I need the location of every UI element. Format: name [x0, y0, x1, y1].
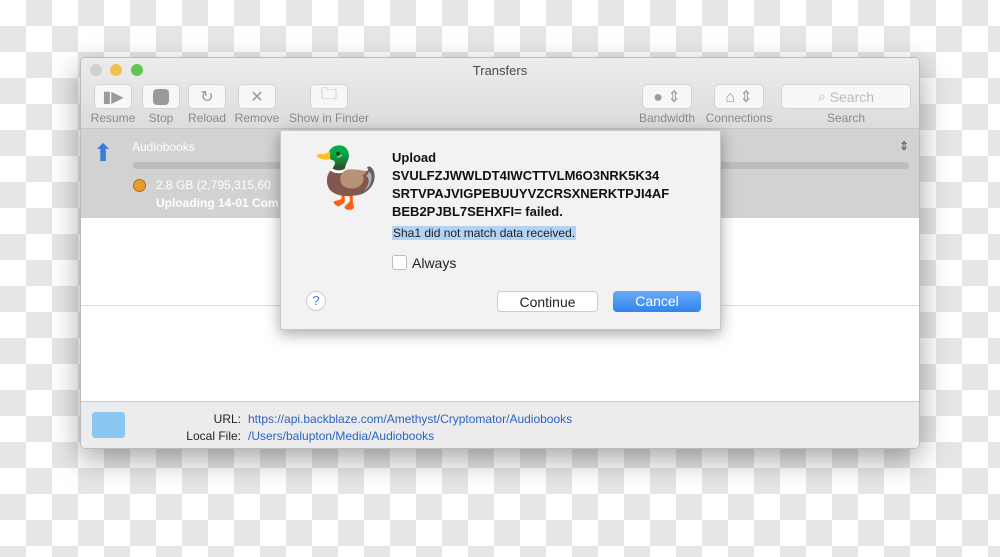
status-icon: [133, 179, 146, 192]
reload-button[interactable]: ↻ Reload: [187, 85, 227, 125]
resume-button[interactable]: ▮▶ Resume: [89, 85, 137, 125]
connections-popup[interactable]: ⌂ ⇕ Connections: [703, 85, 775, 125]
url-link[interactable]: https://api.backblaze.com/Amethyst/Crypt…: [248, 412, 572, 426]
remove-label: Remove: [234, 111, 280, 125]
local-file-link[interactable]: /Users/balupton/Media/Audiobooks: [248, 429, 434, 443]
message-line: BEB2PJBL7SEHXFI= failed.: [392, 204, 563, 219]
search-icon: ⌕: [817, 88, 830, 104]
message-line: SVULFZJWWLDT4IWCTTVLM6O3NRK5K34: [392, 168, 660, 183]
cancel-button[interactable]: Cancel: [613, 291, 701, 312]
search-input[interactable]: ⌕ Search: [782, 85, 910, 108]
resume-icon: ▮▶: [95, 85, 131, 108]
resume-label: Resume: [90, 111, 136, 125]
cyberduck-logo-icon: 🦆: [311, 145, 384, 210]
search-placeholder: Search: [829, 88, 875, 105]
dialog-message: Upload SVULFZJWWLDT4IWCTTVLM6O3NRK5K34 S…: [392, 149, 669, 221]
chevron-updown-icon[interactable]: ⇕: [899, 139, 909, 153]
reload-label: Reload: [187, 111, 227, 125]
dialog-detail: Sha1 did not match data received.: [392, 226, 577, 240]
connections-label: Connections: [705, 111, 773, 125]
transfer-size: 2.8 GB (2,795,315,60: [156, 178, 271, 192]
show-in-finder-label: Show in Finder: [288, 111, 370, 125]
stop-button[interactable]: Stop: [141, 85, 181, 125]
remove-icon: ✕: [239, 85, 275, 108]
local-file-label: Local File:: [186, 429, 241, 443]
show-in-finder-button[interactable]: 🗀 Show in Finder: [287, 85, 371, 125]
remove-button[interactable]: ✕ Remove: [234, 85, 280, 125]
error-dialog: 🦆 Upload SVULFZJWWLDT4IWCTTVLM6O3NRK5K34…: [280, 130, 721, 330]
stop-icon: [143, 85, 179, 108]
search-field[interactable]: ⌕ Search Search: [781, 85, 911, 125]
message-line: SRTVPAJVIGPEBUUYVZCRSXNERKTPJI4AF: [392, 186, 670, 201]
always-label: Always: [412, 255, 457, 271]
bandwidth-popup[interactable]: ● ⇕ Bandwidth: [637, 85, 697, 125]
search-label: Search: [826, 111, 866, 125]
connections-icon: ⌂ ⇕: [715, 85, 763, 108]
message-line: Upload: [392, 150, 437, 165]
info-bar: URL: https://api.backblaze.com/Amethyst/…: [81, 401, 919, 448]
reload-icon: ↻: [189, 85, 225, 108]
continue-button[interactable]: Continue: [497, 291, 598, 312]
bandwidth-label: Bandwidth: [638, 111, 696, 125]
stop-label: Stop: [148, 111, 174, 125]
bandwidth-icon: ● ⇕: [643, 85, 691, 108]
url-label: URL:: [213, 412, 241, 426]
always-checkbox[interactable]: [392, 255, 407, 270]
help-button[interactable]: ?: [306, 291, 326, 311]
transfer-status: Uploading 14-01 Com: [156, 196, 279, 210]
upload-arrow-icon: ⬆: [93, 140, 114, 167]
window-title: Transfers: [472, 63, 528, 78]
toolbar: Transfers ▮▶ Resume Stop ↻ Reload ✕ Remove …: [81, 58, 919, 129]
transfer-name: Audiobooks: [132, 140, 195, 154]
folder-search-icon: 🗀: [311, 85, 347, 108]
